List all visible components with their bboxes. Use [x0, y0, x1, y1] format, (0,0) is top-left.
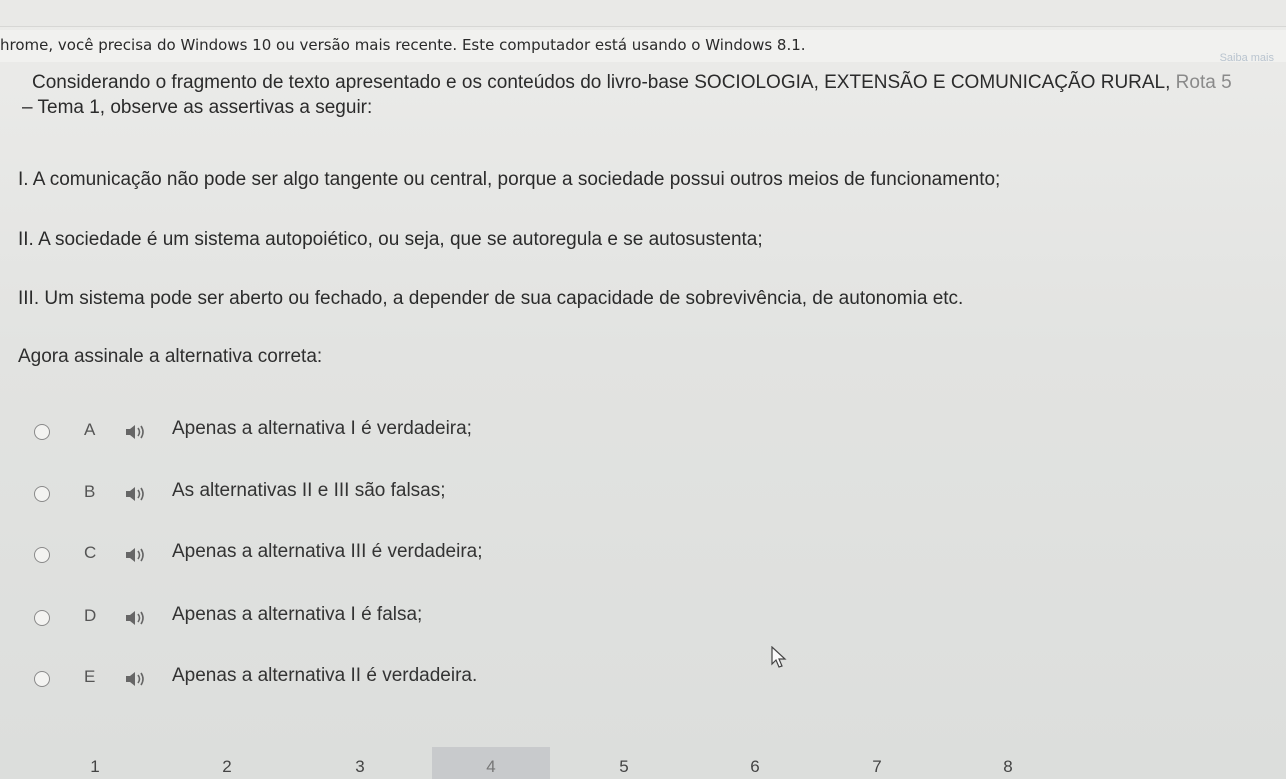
option-c-radio[interactable]: [34, 547, 50, 563]
option-c-letter: C: [84, 543, 97, 562]
page-6[interactable]: 6: [740, 757, 770, 777]
question-pagination: 1 2 3 4 5 6 7 8: [0, 747, 1286, 779]
option-c[interactable]: C Apenas a alternativa III é verdadeira;: [34, 540, 734, 570]
option-e-text: Apenas a alternativa II é verdadeira.: [172, 665, 478, 686]
speaker-icon[interactable]: [124, 609, 148, 627]
page-2[interactable]: 2: [212, 757, 242, 777]
page-3[interactable]: 3: [345, 757, 375, 777]
page-1[interactable]: 1: [80, 757, 110, 777]
page-5[interactable]: 5: [609, 757, 639, 777]
option-e[interactable]: E Apenas a alternativa II é verdadeira.: [34, 664, 734, 694]
option-b[interactable]: B As alternativas II e III são falsas;: [34, 479, 734, 509]
assertion-3: III. Um sistema pode ser aberto ou fecha…: [18, 288, 964, 309]
option-d[interactable]: D Apenas a alternativa I é falsa;: [34, 603, 734, 633]
option-b-radio[interactable]: [34, 486, 50, 502]
option-d-letter: D: [84, 606, 97, 625]
page-8[interactable]: 8: [993, 757, 1023, 777]
question-line-1-text: Considerando o fragmento de texto aprese…: [32, 72, 1171, 93]
assertion-2: II. A sociedade é um sistema autopoiétic…: [18, 229, 763, 250]
speaker-icon[interactable]: [124, 546, 148, 564]
option-c-text: Apenas a alternativa III é verdadeira;: [172, 541, 483, 562]
option-a-letter: A: [84, 420, 96, 439]
option-e-radio[interactable]: [34, 671, 50, 687]
option-b-text: As alternativas II e III são falsas;: [172, 480, 446, 501]
option-d-text: Apenas a alternativa I é falsa;: [172, 604, 423, 625]
question-statement: Considerando o fragmento de texto aprese…: [22, 70, 1282, 120]
option-a-radio[interactable]: [34, 424, 50, 440]
option-b-letter: B: [84, 482, 96, 501]
page: hrome, você precisa do Windows 10 ou ver…: [0, 0, 1286, 779]
top-bar: [0, 0, 1286, 27]
speaker-icon[interactable]: [124, 423, 148, 441]
page-4[interactable]: 4: [476, 757, 506, 777]
learn-more-link[interactable]: Saiba mais: [1220, 52, 1274, 64]
question-line-1: Considerando o fragmento de texto aprese…: [32, 70, 1282, 95]
question-line-2: – Tema 1, observe as assertivas a seguir…: [22, 97, 373, 118]
option-d-radio[interactable]: [34, 610, 50, 626]
question-line-1-tail: Rota 5: [1170, 72, 1232, 93]
assertion-1: I. A comunicação não pode ser algo tange…: [18, 169, 1001, 190]
speaker-icon[interactable]: [124, 670, 148, 688]
option-a[interactable]: A Apenas a alternativa I é verdadeira;: [34, 417, 734, 447]
option-e-letter: E: [84, 667, 96, 686]
mouse-cursor-icon: [771, 646, 787, 668]
browser-warning-text: hrome, você precisa do Windows 10 ou ver…: [0, 36, 806, 54]
speaker-icon[interactable]: [124, 485, 148, 503]
option-a-text: Apenas a alternativa I é verdadeira;: [172, 418, 472, 439]
page-7[interactable]: 7: [862, 757, 892, 777]
answer-prompt: Agora assinale a alternativa correta:: [18, 346, 323, 367]
